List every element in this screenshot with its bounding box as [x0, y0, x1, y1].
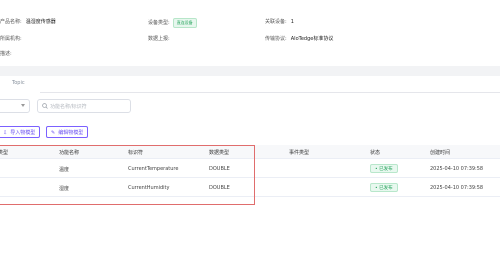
import-model-button[interactable]: ⇩ 导入物模型: [0, 126, 41, 138]
cell-name: 温度: [59, 167, 70, 173]
product-info-panel: 产品名称: 温湿度传感器 设备类型: 直连设备 关联设备: 1 所属机构: 数据上报:…: [0, 0, 500, 66]
related-devices-value[interactable]: 1: [291, 19, 294, 25]
header-status: 状态: [370, 150, 381, 156]
cell-created-at: 2025-04-10 07:39:58: [430, 166, 484, 172]
tab-topic[interactable]: Topic: [12, 80, 25, 86]
product-name-label: 产品名称:: [0, 19, 22, 25]
header-event-type: 事件类型: [289, 150, 310, 156]
search-field[interactable]: [37, 99, 131, 113]
related-devices-field: 关联设备: 1: [265, 18, 294, 25]
related-devices-label: 关联设备:: [265, 19, 287, 25]
cell-identifier: CurrentHumidity: [128, 185, 170, 191]
chevron-down-icon: [21, 104, 25, 107]
edit-model-button[interactable]: ✎ 编辑物模型: [46, 126, 89, 138]
edit-model-label: 编辑物模型: [58, 130, 84, 136]
tab-bar: Topic: [0, 76, 500, 93]
header-data-type: 数据类型: [209, 150, 230, 156]
cell-data-type: DOUBLE: [209, 185, 230, 191]
cell-created-at: 2025-04-10 07:39:58: [430, 185, 484, 191]
org-label: 所属机构:: [0, 36, 22, 42]
device-type-badge: 直连设备: [172, 18, 197, 28]
table-row[interactable]: 湿度 CurrentHumidity DOUBLE • 已发布 2025-04-…: [0, 179, 500, 197]
tab-active-indicator: [0, 91, 40, 93]
search-input[interactable]: [50, 102, 128, 111]
report-field: 数据上报:: [148, 35, 170, 42]
table-row[interactable]: 温度 CurrentTemperature DOUBLE • 已发布 2025-…: [0, 160, 500, 178]
type-filter-select[interactable]: [0, 99, 30, 113]
cell-data-type: DOUBLE: [209, 166, 230, 172]
import-icon: ⇩: [3, 130, 8, 136]
org-field: 所属机构:: [0, 35, 22, 42]
header-identifier: 标识符: [128, 150, 144, 156]
report-label: 数据上报:: [148, 36, 170, 42]
import-model-label: 导入物模型: [10, 130, 36, 136]
cell-name: 湿度: [59, 186, 70, 192]
edit-icon: ✎: [51, 130, 56, 136]
protocol-value: AIoTedge标准协议: [290, 36, 334, 42]
product-name-value: 温湿度传感器: [25, 19, 56, 25]
product-name-field: 产品名称: 温湿度传感器: [0, 18, 56, 25]
header-name: 功能名称: [59, 150, 80, 156]
status-badge: • 已发布: [370, 164, 398, 173]
device-type-label: 设备类型:: [148, 20, 170, 26]
cell-identifier: CurrentTemperature: [128, 166, 179, 172]
section-divider: [0, 66, 500, 76]
search-icon: [42, 103, 48, 109]
status-badge: • 已发布: [370, 183, 398, 192]
protocol-label: 传输协议:: [265, 36, 287, 42]
protocol-field: 传输协议: AIoTedge标准协议: [265, 35, 333, 42]
table-header: 类型 功能名称 标识符 数据类型 事件类型 状态 创建时间: [0, 145, 500, 159]
description-label: 描述:: [0, 51, 12, 57]
description-field: 描述:: [0, 50, 12, 57]
header-created-at: 创建时间: [430, 150, 451, 156]
device-type-field: 设备类型: 直连设备: [148, 18, 197, 28]
header-type: 类型: [0, 150, 9, 156]
